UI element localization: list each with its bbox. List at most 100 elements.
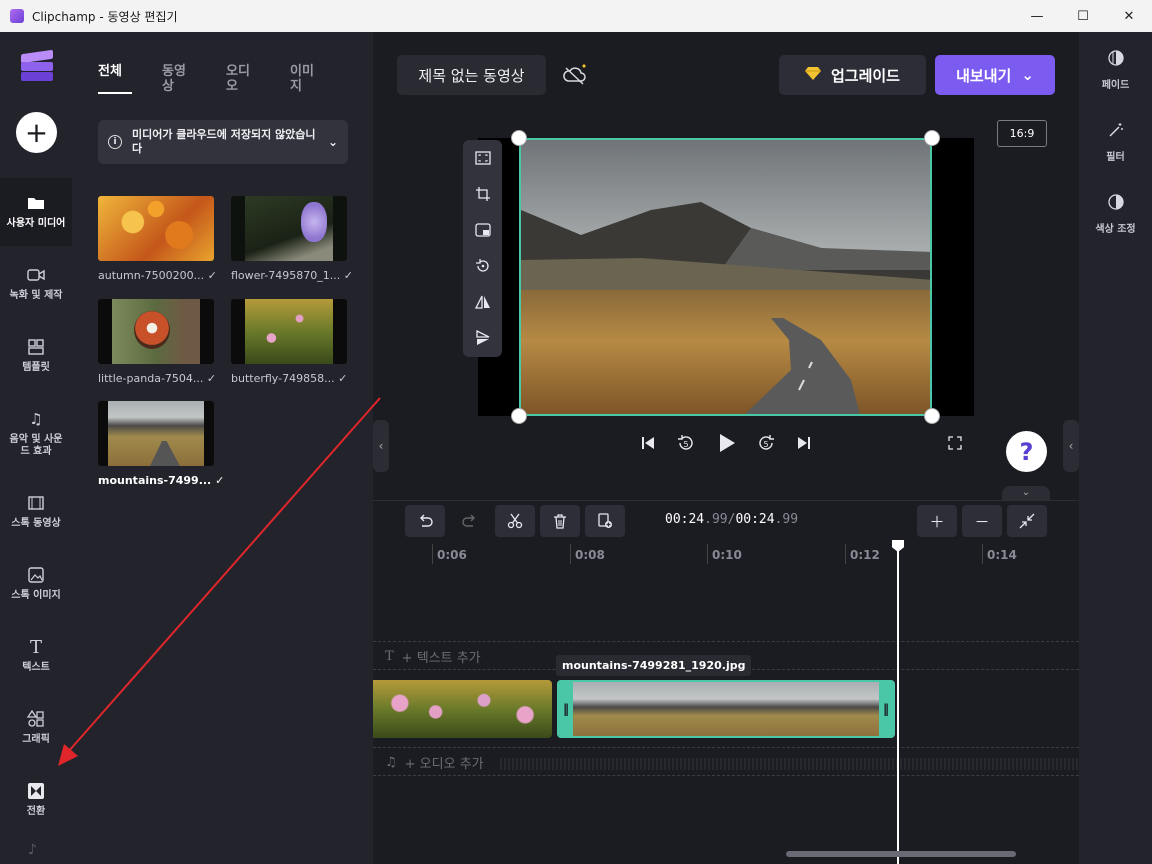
resize-handle-bottom-right[interactable] bbox=[924, 408, 940, 424]
skip-to-start-icon[interactable] bbox=[637, 430, 659, 456]
timecode: 00:24.99/00:24.99 bbox=[665, 512, 799, 527]
media-item-autumn[interactable]: autumn-7500200... ✓ bbox=[98, 196, 217, 282]
redo-icon[interactable] bbox=[450, 505, 490, 537]
window-title: Clipchamp - 동영상 편집기 bbox=[32, 9, 178, 24]
split-scissors-icon[interactable] bbox=[495, 505, 535, 537]
upgrade-label: 업그레이드 bbox=[830, 66, 900, 85]
resize-handle-top-right[interactable] bbox=[924, 130, 940, 146]
delete-trash-icon[interactable] bbox=[540, 505, 580, 537]
media-item-little-panda[interactable]: little-panda-7504... ✓ bbox=[98, 299, 217, 385]
music-note-icon: ♫ bbox=[29, 410, 43, 428]
tab-images[interactable]: 이미지 bbox=[290, 64, 324, 94]
nav-item-graphics[interactable]: 그래픽 bbox=[0, 694, 72, 762]
media-item-name: autumn-7500200... ✓ bbox=[98, 269, 217, 282]
duplicate-icon[interactable] bbox=[585, 505, 625, 537]
flip-vertical-icon[interactable] bbox=[463, 320, 502, 356]
cloud-notice[interactable]: i 미디어가 클라우드에 저장되지 않았습니다 ⌄ bbox=[98, 120, 348, 164]
playhead[interactable] bbox=[897, 541, 899, 864]
nav-item-text[interactable]: T 텍스트 bbox=[0, 622, 72, 690]
ruler-label: 0:14 bbox=[987, 548, 1017, 562]
add-media-button[interactable]: + bbox=[16, 112, 57, 153]
tab-video[interactable]: 동영상 bbox=[162, 64, 196, 94]
properties-panel: 페이드 필터 색상 조정 bbox=[1079, 32, 1152, 864]
nav-item-music-sfx[interactable]: ♫ 음악 및 사운 드 효과 bbox=[0, 394, 72, 474]
ruler-label: 0:08 bbox=[575, 548, 605, 562]
minimize-button[interactable]: — bbox=[1014, 0, 1060, 32]
media-item-butterfly[interactable]: butterfly-749858... ✓ bbox=[231, 299, 347, 385]
panel-item-label: 필터 bbox=[1106, 152, 1125, 163]
zoom-in-icon[interactable]: ＋ bbox=[917, 505, 957, 537]
cloud-off-icon[interactable] bbox=[562, 62, 588, 88]
maximize-button[interactable]: ☐ bbox=[1060, 0, 1106, 32]
mountains-thumbnail bbox=[98, 401, 214, 466]
nav-item-label: 스톡 동영상 bbox=[11, 518, 61, 529]
panel-item-fade[interactable]: 페이드 bbox=[1079, 50, 1152, 91]
add-text-track[interactable]: T + 텍스트 추가 bbox=[385, 647, 481, 666]
film-icon bbox=[27, 494, 45, 512]
fit-icon[interactable] bbox=[463, 140, 502, 176]
upgrade-button[interactable]: 업그레이드 bbox=[779, 55, 926, 95]
tab-all[interactable]: 전체 bbox=[98, 64, 132, 94]
contrast-icon bbox=[1107, 194, 1124, 214]
crop-icon[interactable] bbox=[463, 176, 502, 212]
butterfly-thumbnail bbox=[231, 299, 347, 364]
ruler-tick bbox=[707, 544, 708, 564]
track-divider bbox=[373, 747, 1079, 748]
nav-item-label: 그래픽 bbox=[22, 734, 50, 745]
preview-image[interactable] bbox=[519, 138, 932, 416]
panel-item-color-adjust[interactable]: 색상 조정 bbox=[1079, 194, 1152, 235]
panel-item-label: 색상 조정 bbox=[1095, 224, 1136, 235]
help-button[interactable]: ? bbox=[1006, 431, 1047, 472]
nav-item-stock-video[interactable]: 스톡 동영상 bbox=[0, 478, 72, 546]
export-button[interactable]: 내보내기 ⌄ bbox=[935, 55, 1055, 95]
project-title-input[interactable]: 제목 없는 동영상 bbox=[397, 55, 546, 95]
nav-item-stock-images[interactable]: 스톡 이미지 bbox=[0, 550, 72, 618]
resize-handle-top-left[interactable] bbox=[511, 130, 527, 146]
little-panda-thumbnail bbox=[98, 299, 214, 364]
play-icon[interactable] bbox=[715, 430, 739, 456]
nav-item-label: 스톡 이미지 bbox=[11, 590, 61, 601]
collapse-preview-chevron-icon[interactable]: ⌄ bbox=[1002, 486, 1050, 500]
clip-trim-handle-left[interactable]: ‖ bbox=[559, 682, 573, 736]
fullscreen-icon[interactable] bbox=[945, 430, 965, 456]
picture-in-picture-icon[interactable] bbox=[463, 212, 502, 248]
add-audio-track[interactable]: ♫ + 오디오 추가 bbox=[385, 753, 484, 772]
rotate-icon[interactable] bbox=[463, 248, 502, 284]
aspect-ratio-button[interactable]: 16:9 bbox=[997, 120, 1047, 147]
rewind-5-icon[interactable]: 5 bbox=[674, 430, 698, 456]
more-nav-icon[interactable]: ♪ bbox=[28, 842, 44, 858]
media-item-name: little-panda-7504... ✓ bbox=[98, 372, 217, 385]
add-text-label: + 텍스트 추가 bbox=[401, 651, 481, 666]
video-camera-icon bbox=[27, 266, 45, 284]
fit-timeline-icon[interactable] bbox=[1007, 505, 1047, 537]
media-item-mountains[interactable]: mountains-7499... ✓ bbox=[98, 401, 224, 487]
close-button[interactable]: ✕ bbox=[1106, 0, 1152, 32]
nav-item-label: 음악 및 사운 드 효과 bbox=[9, 434, 63, 457]
panel-item-filters[interactable]: 필터 bbox=[1079, 122, 1152, 163]
track-divider bbox=[373, 775, 1079, 776]
resize-handle-bottom-left[interactable] bbox=[511, 408, 527, 424]
skip-to-end-icon[interactable] bbox=[793, 430, 815, 456]
forward-5-icon[interactable]: 5 bbox=[754, 430, 778, 456]
preview-tool-strip bbox=[463, 140, 502, 357]
flip-horizontal-icon[interactable] bbox=[463, 284, 502, 320]
collapse-media-panel-tab[interactable]: ‹ bbox=[373, 420, 389, 472]
nav-item-transitions[interactable]: 전환 bbox=[0, 766, 72, 834]
timeline-clip-butterfly[interactable] bbox=[373, 680, 552, 738]
zoom-out-icon[interactable]: － bbox=[962, 505, 1002, 537]
media-tabs: 전체 동영상 오디오 이미지 bbox=[98, 64, 324, 94]
nav-item-record-create[interactable]: 녹화 및 제작 bbox=[0, 250, 72, 318]
clip-name-tooltip: mountains-7499281_1920.jpg bbox=[556, 655, 752, 676]
tab-audio[interactable]: 오디오 bbox=[226, 64, 260, 94]
timeline-clip-mountains[interactable]: ‖ ‖ bbox=[557, 680, 895, 738]
clip-trim-handle-right[interactable]: ‖ bbox=[879, 682, 893, 736]
undo-icon[interactable] bbox=[405, 505, 445, 537]
nav-item-your-media[interactable]: 사용자 미디어 bbox=[0, 178, 72, 246]
media-item-flower[interactable]: flower-7495870_1... ✓ bbox=[231, 196, 353, 282]
collapse-properties-panel-tab[interactable]: ‹ bbox=[1063, 420, 1079, 472]
nav-item-label: 텍스트 bbox=[22, 662, 50, 673]
nav-item-templates[interactable]: 템플릿 bbox=[0, 322, 72, 390]
image-icon bbox=[27, 566, 45, 584]
timeline-horizontal-scrollbar[interactable] bbox=[786, 851, 1016, 857]
add-audio-label: + 오디오 추가 bbox=[404, 757, 484, 772]
